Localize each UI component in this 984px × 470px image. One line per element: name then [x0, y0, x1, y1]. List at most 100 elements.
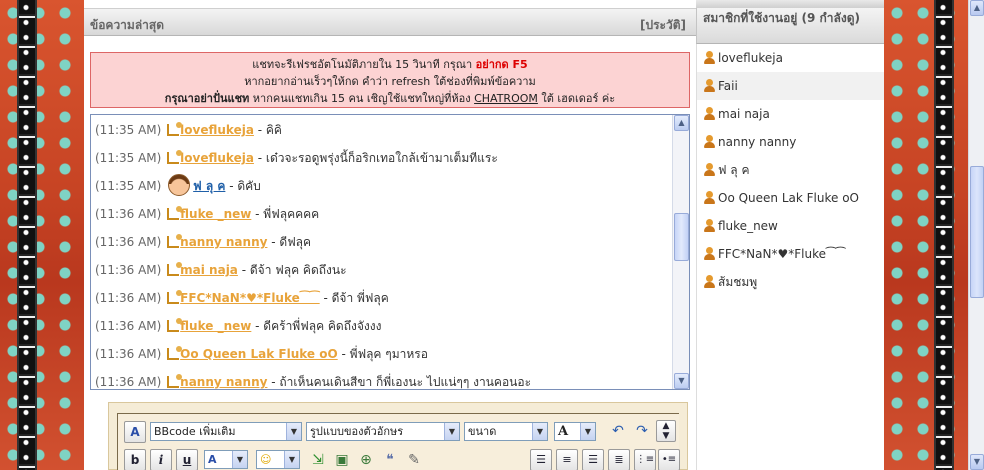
resize-toggle-icon[interactable]: ▲ ▼ — [656, 420, 676, 442]
page-scroll-thumb[interactable] — [970, 166, 984, 298]
emoticon-select[interactable]: ☺ ▼ — [256, 450, 300, 469]
user-icon — [703, 51, 716, 64]
font-style-select[interactable]: รูปแบบของตัวอักษร ▼ — [306, 422, 460, 441]
font-size-select[interactable]: ขนาด ▼ — [464, 422, 548, 441]
redo-icon[interactable]: ↷ — [632, 421, 652, 441]
insert-link-icon[interactable]: ⇲ — [308, 450, 328, 470]
note-icon — [167, 206, 183, 220]
member-item[interactable]: loveflukeja — [697, 44, 884, 72]
chat-scroll-thumb[interactable] — [674, 213, 689, 261]
chat-message: (11:35 AM) loveflukeja - คิคิ — [95, 118, 671, 146]
justify-icon[interactable]: ≣ — [608, 449, 630, 470]
member-item[interactable]: FFC*NaN*♥*Fluke⁀⁀ — [697, 240, 884, 268]
member-item[interactable]: Faii — [697, 72, 884, 100]
font-style-select-value: รูปแบบของตัวอักษร — [310, 425, 404, 438]
font-color-select[interactable]: A ▼ — [554, 422, 596, 441]
text-color-select-value: A — [208, 453, 217, 466]
user-icon — [703, 247, 716, 260]
message-text: - ดีฟลุค — [267, 235, 312, 249]
member-item[interactable]: Oo Queen Lak Fluke oO — [697, 184, 884, 212]
user-icon — [703, 163, 716, 176]
toolbar-inner: A BBcode เพิ่มเติม ▼ รูปแบบของตัวอักษร ▼… — [117, 413, 680, 470]
smiley-icon: ☺ — [260, 453, 272, 466]
history-link[interactable]: [ประวัติ] — [640, 16, 686, 35]
message-username[interactable]: fluke _new — [180, 319, 251, 333]
message-username[interactable]: ฟ ลุ ค — [193, 179, 225, 193]
chat-message-list: (11:35 AM) loveflukeja - คิคิ (11:35 AM) … — [95, 118, 671, 389]
align-right-icon[interactable]: ☰ — [582, 449, 604, 470]
member-item[interactable]: ฟ ลุ ค — [697, 156, 884, 184]
text-color-select[interactable]: A ▼ — [204, 450, 248, 469]
bbcode-toolbar: A BBcode เพิ่มเติม ▼ รูปแบบของตัวอักษร ▼… — [108, 402, 688, 470]
message-username[interactable]: nanny nanny — [180, 235, 267, 249]
underline-button[interactable]: u — [176, 449, 198, 470]
message-username[interactable]: FFC*NaN*♥*Fluke⁀⁀ — [180, 291, 320, 305]
member-item[interactable]: nanny nanny — [697, 128, 884, 156]
member-item[interactable]: fluke_new — [697, 212, 884, 240]
ordered-list-icon[interactable]: ⋮≡ — [634, 449, 656, 470]
user-icon — [703, 275, 716, 288]
note-icon — [167, 150, 183, 164]
align-left-icon[interactable]: ☰ — [530, 449, 552, 470]
notice-bold-text: กรุณาอย่าปั่นแชท — [164, 92, 250, 105]
chevron-down-icon: ▼ — [232, 451, 247, 468]
notice-line-2: หากอยากอ่านเร็วๆให้กด คำว่า refresh ใต้ช… — [244, 75, 536, 88]
note-icon — [167, 346, 183, 360]
members-header: สมาชิกที่ใช้งานอยู่ (9 กำลังดู) — [696, 8, 884, 44]
bbcode-select[interactable]: BBcode เพิ่มเติม ▼ — [150, 422, 302, 441]
quote-icon[interactable]: ❝ — [380, 450, 400, 470]
chat-message: (11:36 AM) nanny nanny - ดีฟลุค — [95, 230, 671, 258]
notice-line-1: แชทจะรีเฟรชอัตโนมัติภายใน 15 วินาที กรุณ… — [91, 56, 689, 73]
message-text: - ดีจ้า พี่ฟลุค — [319, 291, 389, 305]
note-icon — [167, 374, 183, 388]
notice-line-3-suffix: ใต้ เฮดเดอร์ ค่ะ — [537, 92, 616, 105]
insert-image-icon[interactable]: ▣ — [332, 450, 352, 470]
chat-panel: ข้อความล่าสุด [ประวัติ] แชทจะรีเฟรชอัตโน… — [84, 0, 884, 470]
note-icon — [167, 318, 183, 332]
member-item[interactable]: ส้มชมพู — [697, 268, 884, 296]
chat-scroll-up-arrow[interactable]: ▲ — [674, 115, 689, 131]
chat-message: (11:36 AM) fluke _new - ดีคร้าพี่ฟลุค คิ… — [95, 314, 671, 342]
message-text: - พี่ฟลุค ๆมาหรอ — [337, 347, 428, 361]
note-icon — [167, 122, 183, 136]
avatar-face-icon — [168, 174, 191, 196]
chat-header-bar: ข้อความล่าสุด [ประวัติ] — [84, 8, 696, 36]
insert-media-icon[interactable]: ⊕ — [356, 450, 376, 470]
page-scroll-up-arrow[interactable]: ▲ — [970, 0, 984, 16]
italic-button[interactable]: i — [150, 449, 172, 470]
member-name: Faii — [718, 79, 738, 93]
message-time: (11:36 AM) — [95, 263, 162, 277]
page-scroll-down-arrow[interactable]: ▼ — [970, 454, 984, 470]
format-icon[interactable]: A — [124, 421, 146, 443]
left-decorative-background — [0, 0, 84, 470]
member-item[interactable]: mai naja — [697, 100, 884, 128]
message-username[interactable]: nanny nanny — [180, 375, 267, 389]
message-username[interactable]: Oo Queen Lak Fluke oO — [180, 347, 338, 361]
page-scrollbar[interactable]: ▲ ▼ — [968, 0, 984, 470]
undo-icon[interactable]: ↶ — [608, 421, 628, 441]
chatroom-link[interactable]: CHATROOM — [474, 92, 538, 105]
notice-line-1-text: แชทจะรีเฟรชอัตโนมัติภายใน 15 วินาที กรุณ… — [252, 58, 476, 71]
left-ribbon-dots — [23, 0, 29, 470]
bold-button[interactable]: b — [124, 449, 146, 470]
notice-warning: อย่ากด F5 — [475, 58, 528, 71]
chat-message: (11:36 AM) FFC*NaN*♥*Fluke⁀⁀ - ดีจ้า พี่… — [95, 286, 671, 314]
message-username[interactable]: fluke _new — [180, 207, 251, 221]
chat-message-box[interactable]: (11:35 AM) loveflukeja - คิคิ (11:35 AM) … — [90, 114, 690, 390]
chat-header-title: ข้อความล่าสุด — [90, 18, 165, 32]
user-icon — [703, 135, 716, 148]
message-username[interactable]: mai naja — [180, 263, 238, 277]
chevron-down-icon: ▼ — [580, 423, 595, 440]
message-username[interactable]: loveflukeja — [180, 123, 254, 137]
chat-scrollbar[interactable]: ▲ ▼ — [672, 115, 689, 389]
member-name: mai naja — [718, 107, 770, 121]
message-username[interactable]: loveflukeja — [180, 151, 254, 165]
unordered-list-icon[interactable]: •≡ — [658, 449, 680, 470]
chat-message: (11:36 AM) Oo Queen Lak Fluke oO - พี่ฟล… — [95, 342, 671, 370]
message-time: (11:35 AM) — [95, 123, 162, 137]
chevron-down-icon: ▼ — [286, 423, 301, 440]
align-center-icon[interactable]: ≡ — [556, 449, 578, 470]
font-size-select-value: ขนาด — [468, 425, 497, 438]
code-icon[interactable]: ✎ — [404, 450, 424, 470]
chat-scroll-down-arrow[interactable]: ▼ — [674, 373, 689, 389]
